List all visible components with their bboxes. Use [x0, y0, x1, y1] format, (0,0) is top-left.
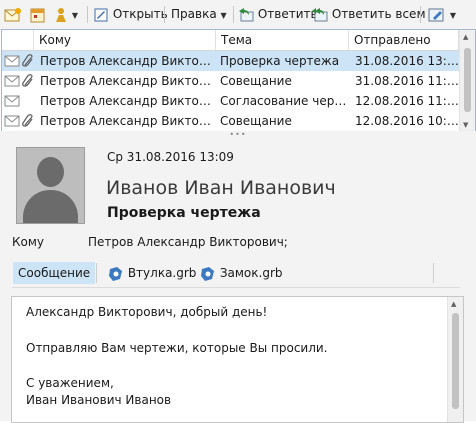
scroll-up-icon[interactable]: ▲ — [463, 33, 468, 41]
toolbar: ▼ Открыть Правка ▼ Ответить Ответить все… — [0, 0, 476, 30]
attachment-item[interactable]: Замок.grb — [200, 262, 283, 284]
row-subject: Совещание — [220, 114, 292, 128]
settings-button[interactable]: ▼ — [428, 4, 456, 24]
row-subject: Проверка чертежа — [220, 54, 340, 68]
message-subject: Проверка чертежа — [107, 205, 261, 221]
grb-file-icon — [201, 266, 214, 281]
column-subject[interactable]: Тема — [216, 30, 349, 50]
tab-message[interactable]: Сообщение — [13, 262, 96, 284]
open-label: Открыть — [112, 7, 168, 21]
envelope-icon — [4, 55, 20, 67]
envelope-icon — [4, 115, 20, 127]
row-subject: Совещание — [220, 74, 292, 88]
contact-button[interactable]: ▼ — [54, 4, 78, 24]
toolbar-divider — [164, 6, 165, 23]
scroll-down-icon[interactable]: ▼ — [463, 121, 468, 129]
row-sent: 12.08.2016 10:22:50 — [355, 114, 459, 128]
avatar-head — [37, 157, 64, 187]
attachments-divider — [433, 263, 434, 283]
avatar — [16, 147, 85, 224]
edit-menu-button[interactable]: Правка ▼ — [171, 4, 227, 24]
toolbar-divider — [233, 6, 234, 23]
envelope-icon — [4, 75, 20, 87]
open-icon — [94, 8, 108, 21]
body-line: С уважением, — [26, 376, 114, 390]
row-to: Петров Александр Викторович — [40, 74, 216, 88]
list-scrollbar-thumb[interactable] — [464, 48, 471, 112]
row-sent: 31.08.2016 11:28:55 — [355, 74, 459, 88]
row-to: Петров Александр Викторович — [40, 54, 216, 68]
grb-file-icon — [109, 266, 122, 281]
body-line: Александр Викторович, добрый день! — [26, 305, 268, 319]
calendar-button[interactable] — [30, 4, 46, 24]
attachment-name: Замок.grb — [219, 266, 283, 280]
row-sent: 31.08.2016 13:09:20 — [355, 54, 459, 68]
open-button[interactable]: Открыть — [93, 4, 168, 24]
attachment-item[interactable]: Втулка.grb — [108, 262, 196, 284]
message-list: Кому Тема Отправлено Петров Александр Ви… — [1, 29, 476, 133]
edit-label: Правка — [171, 7, 217, 21]
to-value: Петров Александр Викторович; — [88, 235, 288, 249]
chevron-down-icon: ▼ — [449, 11, 456, 20]
message-list-header: Кому Тема Отправлено — [2, 30, 459, 51]
reply-all-label: Ответить всем — [331, 7, 426, 21]
to-label: Кому — [12, 235, 45, 249]
attachments-divider — [96, 263, 97, 283]
attachment-icon — [22, 114, 33, 127]
row-to: Петров Александр Викторович — [40, 94, 216, 108]
row-subject: Согласование чертежа — [220, 94, 349, 108]
avatar-body — [23, 190, 78, 223]
reply-all-icon — [312, 7, 328, 21]
attachment-name: Втулка.grb — [127, 266, 197, 280]
settings-icon — [428, 8, 444, 21]
sender-name: Иванов Иван Иванович — [106, 177, 336, 199]
toolbar-divider — [87, 6, 88, 23]
new-message-icon — [4, 7, 21, 21]
attachment-icon — [22, 54, 33, 67]
body-scrollbar[interactable]: ▲ — [447, 297, 463, 422]
column-icons[interactable] — [2, 30, 34, 50]
row-sent: 12.08.2016 11:14:21 — [355, 94, 459, 108]
message-date: Ср 31.08.2016 13:09 — [107, 150, 234, 164]
list-scrollbar[interactable]: ▲ ▼ — [459, 30, 475, 132]
table-row[interactable]: Петров Александр Викторович Совещание 31… — [2, 71, 459, 91]
attachments-bar: Сообщение Втулка.grb Замок.grb — [12, 259, 460, 288]
reply-icon — [239, 7, 254, 21]
attachment-icon — [22, 74, 33, 87]
body-line: Иван Иванович Иванов — [26, 393, 172, 407]
column-to[interactable]: Кому — [34, 30, 216, 50]
calendar-icon — [30, 8, 45, 22]
reply-button[interactable]: Ответить — [238, 4, 318, 24]
body-line: Отправляю Вам чертежи, которые Вы просил… — [26, 341, 328, 355]
table-row[interactable]: Петров Александр Викторович Согласование… — [2, 91, 459, 111]
reply-label: Ответить — [257, 7, 318, 21]
person-icon — [56, 7, 66, 22]
new-message-button[interactable] — [4, 4, 22, 24]
column-sent[interactable]: Отправлено — [349, 30, 459, 50]
table-row[interactable]: Петров Александр Викторов… Совещание 12.… — [2, 111, 459, 131]
envelope-icon — [4, 95, 20, 107]
message-body[interactable]: Александр Викторович, добрый день! Отпра… — [11, 296, 464, 423]
reply-all-button[interactable]: Ответить всем — [312, 4, 426, 24]
chevron-down-icon: ▼ — [220, 11, 227, 20]
body-scrollbar-thumb[interactable] — [452, 313, 459, 409]
toolbar-divider — [420, 6, 421, 23]
chevron-down-icon: ▼ — [71, 11, 78, 20]
scroll-up-icon[interactable]: ▲ — [451, 300, 456, 308]
pane-splitter[interactable]: ••• — [0, 131, 476, 139]
table-row[interactable]: Петров Александр Викторович Проверка чер… — [2, 51, 459, 71]
row-to: Петров Александр Викторов… — [40, 114, 216, 128]
